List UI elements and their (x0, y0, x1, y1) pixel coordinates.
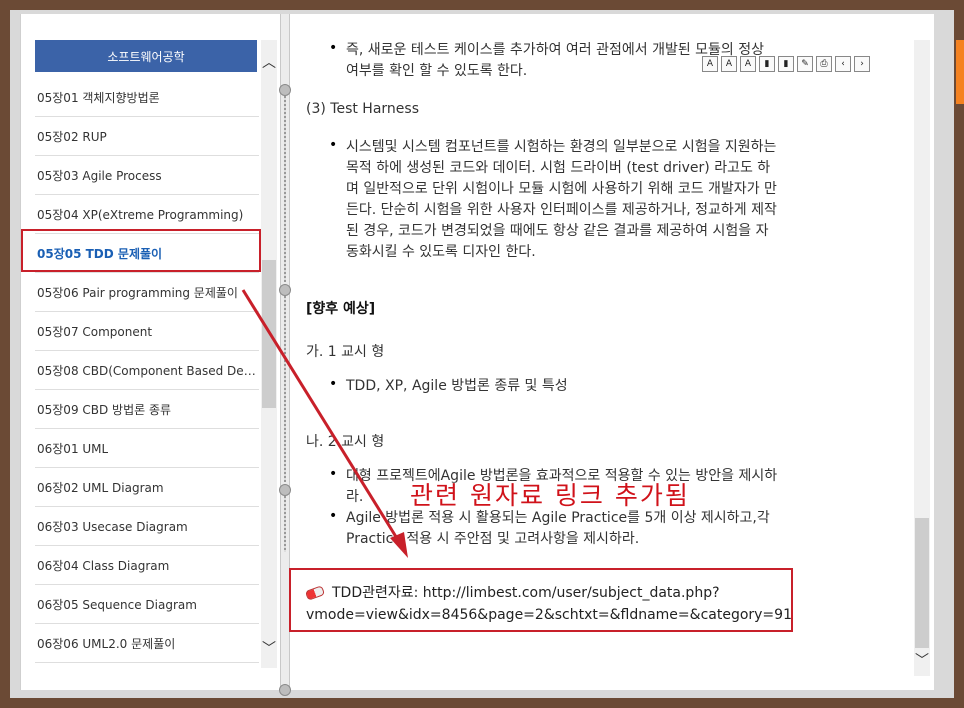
arrow-head (390, 532, 408, 558)
annotation-callout: 관련 원자료 링크 추가됨 (410, 481, 690, 510)
arrow-shaft (241, 289, 400, 541)
annotation-arrow (241, 289, 408, 558)
